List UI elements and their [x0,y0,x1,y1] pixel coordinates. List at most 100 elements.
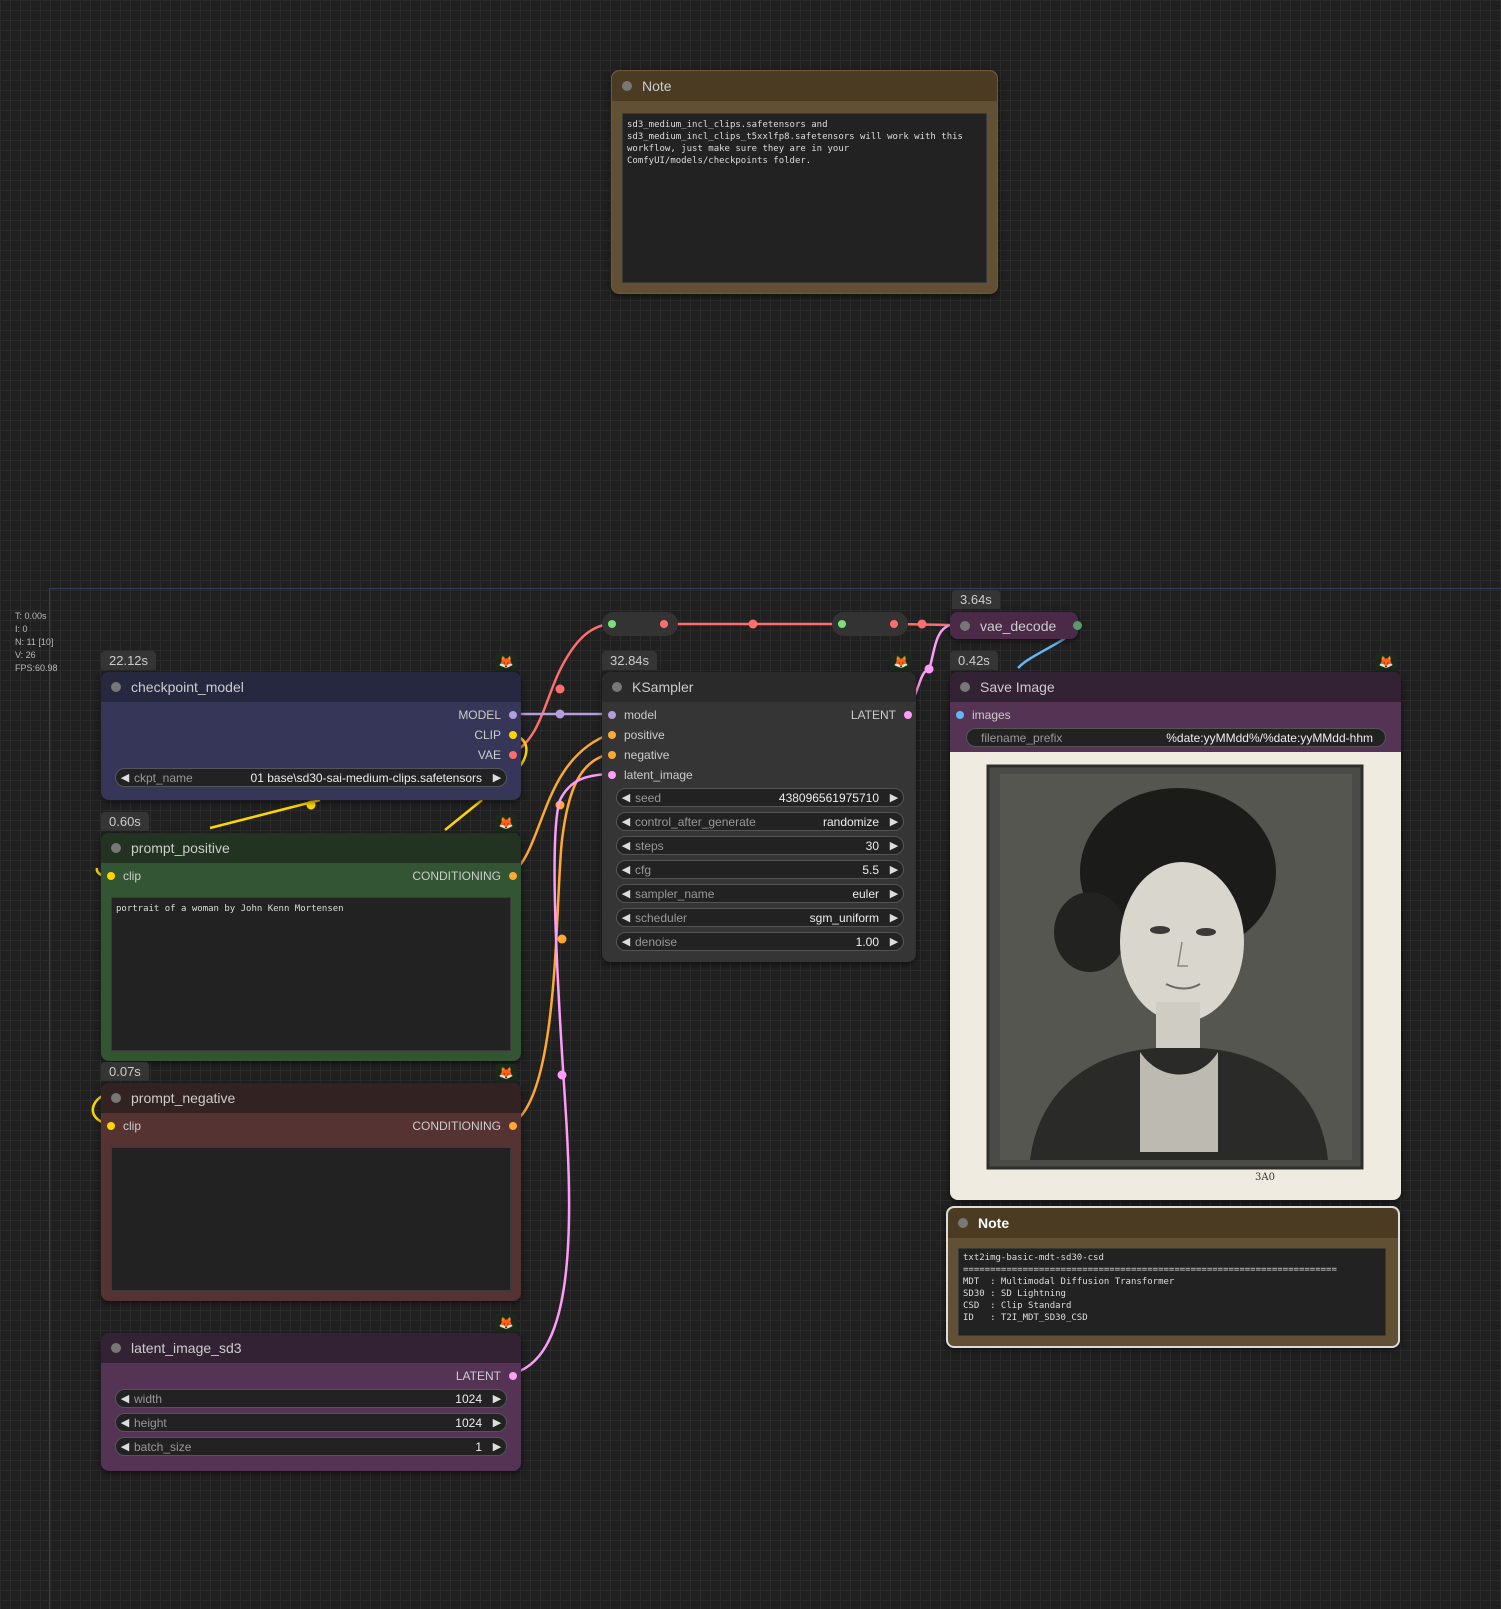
input-negative[interactable]: negative [608,748,669,762]
checkpoint-node[interactable]: checkpoint_model MODEL CLIP VAE ◀ ckpt_n… [101,672,521,800]
output-pin[interactable] [509,872,517,880]
output-pin[interactable] [509,1372,517,1380]
increment-arrow-icon[interactable]: ▶ [885,815,903,828]
save-image-node[interactable]: Save Image images filename_prefix %date:… [950,672,1401,1200]
decrement-arrow-icon[interactable]: ◀ [617,935,635,948]
ksampler-titlebar[interactable]: KSampler [602,672,916,702]
decrement-arrow-icon[interactable]: ◀ [617,887,635,900]
fox-icon[interactable]: 🦊 [495,814,517,832]
collapse-dot[interactable] [960,620,970,631]
increment-arrow-icon[interactable]: ▶ [488,1392,506,1405]
collapse-dot[interactable] [111,1343,121,1353]
vae-decode-titlebar[interactable]: vae_decode [950,612,1078,639]
output-conditioning[interactable]: CONDITIONING [412,1119,517,1133]
height-widget[interactable]: ◀ height 1024 ▶ [115,1413,507,1432]
output-pin[interactable] [904,711,912,719]
decrement-arrow-icon[interactable]: ◀ [116,1440,134,1453]
reroute-output-pin[interactable] [890,620,898,628]
decrement-arrow-icon[interactable]: ◀ [617,791,635,804]
batch-size-widget[interactable]: ◀ batch_size 1 ▶ [115,1437,507,1456]
collapse-dot[interactable] [111,1093,121,1103]
prompt-negative-text[interactable] [111,1147,511,1291]
save-image-titlebar[interactable]: Save Image [950,672,1401,702]
input-pin[interactable] [608,711,616,719]
output-latent[interactable]: LATENT [851,708,912,722]
decrement-arrow-icon[interactable]: ◀ [617,815,635,828]
control-after-generate-widget[interactable]: ◀ control_after_generate randomize ▶ [616,812,904,831]
increment-arrow-icon[interactable]: ▶ [885,839,903,852]
prompt-positive-text[interactable]: portrait of a woman by John Kenn Mortens… [111,897,511,1051]
checkpoint-titlebar[interactable]: checkpoint_model [101,672,521,702]
increment-arrow-icon[interactable]: ▶ [885,863,903,876]
output-pin[interactable] [509,731,517,739]
input-model[interactable]: model [608,708,657,722]
output-conditioning[interactable]: CONDITIONING [412,869,517,883]
ckpt-name-widget[interactable]: ◀ ckpt_name 01 base\sd30-sai-medium-clip… [115,768,507,787]
input-latent-image[interactable]: latent_image [608,768,693,782]
latent-titlebar[interactable]: latent_image_sd3 [101,1333,521,1363]
note-node-bottom[interactable]: Note txt2img-basic-mdt-sd30-csd ========… [946,1206,1400,1348]
reroute-node-1[interactable] [602,612,678,636]
increment-arrow-icon[interactable]: ▶ [885,887,903,900]
denoise-widget[interactable]: ◀ denoise 1.00 ▶ [616,932,904,951]
increment-arrow-icon[interactable]: ▶ [488,1416,506,1429]
decrement-arrow-icon[interactable]: ◀ [617,863,635,876]
decrement-arrow-icon[interactable]: ◀ [116,771,134,784]
input-pin[interactable] [956,711,964,719]
fox-icon[interactable]: 🦊 [495,653,517,671]
increment-arrow-icon[interactable]: ▶ [885,911,903,924]
fox-icon[interactable]: 🦊 [890,653,912,671]
cfg-widget[interactable]: ◀ cfg 5.5 ▶ [616,860,904,879]
steps-widget[interactable]: ◀ steps 30 ▶ [616,836,904,855]
ksampler-node[interactable]: KSampler model positive negative latent_… [602,672,916,962]
input-images[interactable]: images [956,708,1011,722]
input-clip[interactable]: clip [107,1119,141,1133]
output-vae[interactable]: VAE [478,748,517,762]
input-pin[interactable] [107,872,115,880]
note-bottom-text[interactable]: txt2img-basic-mdt-sd30-csd =============… [958,1248,1386,1336]
collapse-dot[interactable] [111,843,121,853]
increment-arrow-icon[interactable]: ▶ [885,935,903,948]
latent-node[interactable]: latent_image_sd3 LATENT ◀ width 1024 ▶ ◀… [101,1333,521,1471]
prompt-negative-node[interactable]: prompt_negative clip CONDITIONING [101,1083,521,1301]
output-pin[interactable] [509,1122,517,1130]
filename-prefix-widget[interactable]: filename_prefix %date:yyMMdd%/%date:yyMM… [966,728,1386,747]
input-pin[interactable] [608,731,616,739]
decrement-arrow-icon[interactable]: ◀ [116,1416,134,1429]
fox-icon[interactable]: 🦊 [495,1314,517,1332]
input-positive[interactable]: positive [608,728,665,742]
decrement-arrow-icon[interactable]: ◀ [617,911,635,924]
note-top-titlebar[interactable]: Note [612,71,997,101]
reroute-input-pin[interactable] [838,620,846,628]
decrement-arrow-icon[interactable]: ◀ [617,839,635,852]
fox-icon[interactable]: 🦊 [1375,653,1397,671]
collapse-dot[interactable] [958,1218,968,1228]
output-image-preview[interactable]: 3A0 [950,752,1401,1200]
input-pin[interactable] [608,771,616,779]
output-pin[interactable] [509,711,517,719]
vae-decode-node[interactable]: vae_decode [950,612,1082,639]
reroute-node-2[interactable] [832,612,908,636]
collapse-dot[interactable] [622,81,632,91]
input-pin[interactable] [107,1122,115,1130]
input-pin[interactable] [608,751,616,759]
prompt-negative-titlebar[interactable]: prompt_negative [101,1083,521,1113]
sampler-name-widget[interactable]: ◀ sampler_name euler ▶ [616,884,904,903]
note-node-top[interactable]: Note sd3_medium_incl_clips.safetensors a… [611,70,998,294]
reroute-input-pin[interactable] [608,620,616,628]
output-pin[interactable] [509,751,517,759]
prompt-positive-titlebar[interactable]: prompt_positive [101,833,521,863]
output-latent[interactable]: LATENT [456,1369,517,1383]
collapse-dot[interactable] [612,682,622,692]
note-bottom-titlebar[interactable]: Note [948,1208,1398,1238]
input-clip[interactable]: clip [107,869,141,883]
note-top-text[interactable]: sd3_medium_incl_clips.safetensors and sd… [622,113,987,283]
decrement-arrow-icon[interactable]: ◀ [116,1392,134,1405]
reroute-output-pin[interactable] [660,620,668,628]
increment-arrow-icon[interactable]: ▶ [488,771,506,784]
increment-arrow-icon[interactable]: ▶ [885,791,903,804]
scheduler-widget[interactable]: ◀ scheduler sgm_uniform ▶ [616,908,904,927]
width-widget[interactable]: ◀ width 1024 ▶ [115,1389,507,1408]
output-clip[interactable]: CLIP [474,728,517,742]
vae-decode-output-pin[interactable] [1073,621,1082,630]
